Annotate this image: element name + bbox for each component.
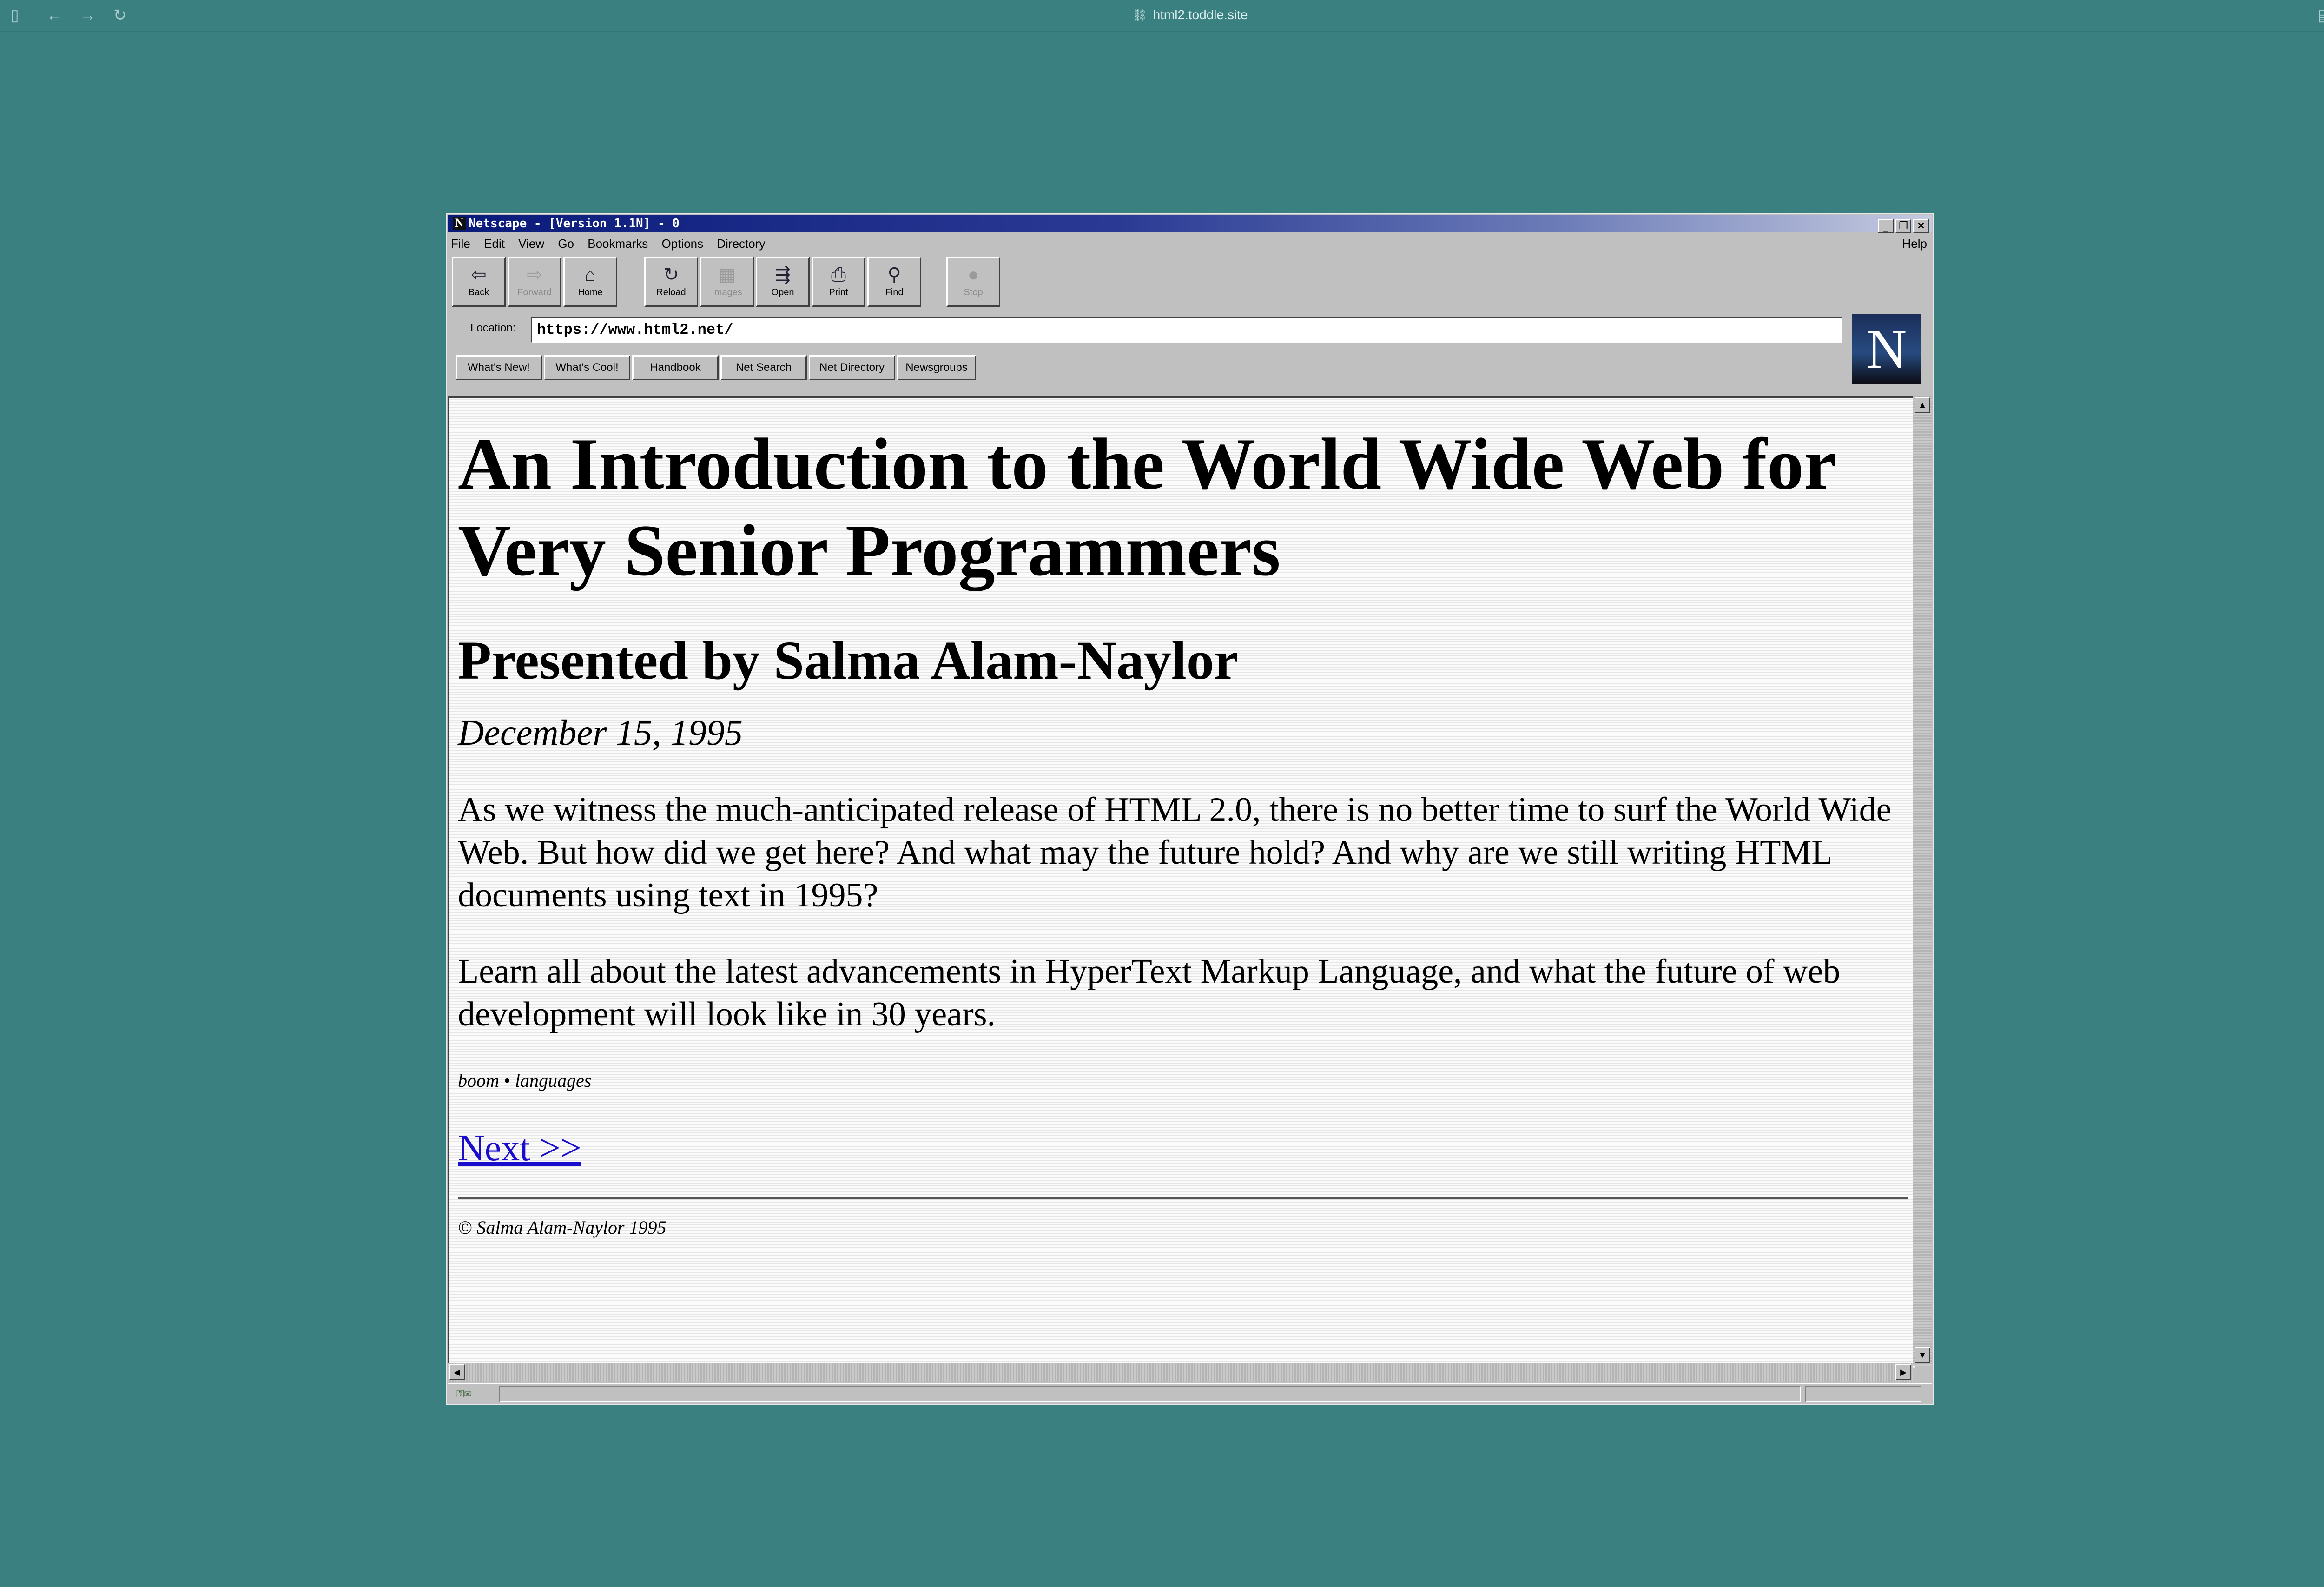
menu-bookmarks[interactable]: Bookmarks [588, 237, 648, 251]
window-title: Netscape - [Version 1.1N] - 0 [469, 217, 680, 231]
stop-label: Stop [964, 287, 983, 298]
images-label: Images [712, 287, 742, 298]
stop-button[interactable]: ● Stop [946, 257, 1000, 307]
host-toolbar: ▯ ← → ↻ ⛓html2.toddle.site ▤ ◫ [0, 0, 2324, 32]
stop-icon: ● [967, 264, 979, 285]
home-button[interactable]: ⌂ Home [563, 257, 617, 307]
menu-directory[interactable]: Directory [717, 237, 765, 251]
find-label: Find [885, 287, 904, 298]
link-icon: ⛓ [1132, 8, 1148, 22]
tags-line: boom • languages [458, 1070, 592, 1091]
reload-label: Reload [656, 287, 686, 298]
security-key-icon: ⚿✉ [456, 1388, 471, 1400]
netscape-logo-icon: N [453, 217, 466, 230]
netscape-n-logo[interactable]: N [1852, 314, 1921, 384]
back-label: Back [468, 287, 489, 298]
find-button[interactable]: ⚲ Find [867, 257, 921, 307]
location-input[interactable]: https://www.html2.net/ [531, 317, 1842, 343]
forward-arrow-icon: ⇨ [527, 264, 542, 285]
page-content: An Introduction to the World Wide Web fo… [448, 396, 1915, 1368]
home-label: Home [578, 287, 603, 298]
host-url-text: html2.toddle.site [1153, 7, 1248, 22]
page-subtitle: Presented by Salma Alam-Naylor [458, 630, 1239, 691]
menu-go[interactable]: Go [558, 237, 574, 251]
menu-edit[interactable]: Edit [484, 237, 505, 251]
net-search-button[interactable]: Net Search [720, 355, 807, 380]
menu-options[interactable]: Options [662, 237, 704, 251]
open-button[interactable]: ⇶ Open [756, 257, 810, 307]
back-button[interactable]: ⇦ Back [452, 257, 506, 307]
horizontal-rule [458, 1197, 1908, 1200]
learn-paragraph: Learn all about the latest advancements … [458, 952, 1841, 1033]
find-icon: ⚲ [887, 264, 901, 285]
location-row: Location: https://www.html2.net/ [452, 316, 2190, 343]
next-link[interactable]: Next >> [458, 1128, 581, 1169]
handbook-button[interactable]: Handbook [632, 355, 719, 380]
maximize-button[interactable]: ❐ [1895, 219, 1911, 233]
net-directory-button[interactable]: Net Directory [809, 355, 895, 380]
reader-icon[interactable]: ▤ [2317, 7, 2324, 24]
minimize-button[interactable]: _ [1878, 219, 1894, 233]
scroll-right-arrow-icon[interactable]: ▶ [1895, 1364, 1911, 1380]
reload-button[interactable]: ↻ Reload [644, 257, 698, 307]
newsgroups-button[interactable]: Newsgroups [897, 355, 976, 380]
close-button[interactable]: ✕ [1913, 219, 1929, 233]
menu-file[interactable]: File [451, 237, 470, 251]
progress-pane [1805, 1386, 1921, 1402]
home-icon: ⌂ [584, 264, 596, 285]
scroll-left-arrow-icon[interactable]: ◀ [449, 1364, 465, 1380]
location-label: Location: [470, 322, 516, 334]
open-icon: ⇶ [775, 264, 791, 285]
horizontal-scrollbar[interactable]: ◀ ▶ [448, 1363, 1913, 1382]
scroll-down-arrow-icon[interactable]: ▼ [1915, 1347, 1930, 1363]
menu-bar: File Edit View Go Bookmarks Options Dire… [451, 235, 1929, 252]
back-arrow-icon: ⇦ [471, 264, 487, 285]
page-date: December 15, 1995 [458, 712, 743, 753]
open-label: Open [771, 287, 794, 298]
forward-button[interactable]: ⇨ Forward [508, 257, 561, 307]
window-titlebar[interactable]: N Netscape - [Version 1.1N] - 0 _ ❐ ✕ [448, 215, 1932, 234]
whats-new-button[interactable]: What's New! [456, 355, 542, 380]
print-button[interactable]: ⎙ Print [812, 257, 865, 307]
copyright-text: © Salma Alam-Naylor 1995 [458, 1217, 667, 1238]
reload-icon: ↻ [663, 264, 679, 285]
print-icon: ⎙ [831, 264, 846, 285]
print-label: Print [829, 287, 848, 298]
menu-help[interactable]: Help [1902, 235, 1927, 252]
whats-cool-button[interactable]: What's Cool! [544, 355, 630, 380]
page-title: An Introduction to the World Wide Web fo… [458, 423, 1835, 591]
status-bar: ⚿✉ [448, 1383, 1932, 1404]
vertical-scrollbar[interactable]: ▲ ▼ [1913, 396, 1932, 1366]
netscape-window: N Netscape - [Version 1.1N] - 0 _ ❐ ✕ File … [446, 213, 1934, 1405]
images-icon: ▦ [718, 264, 736, 285]
forward-label: Forward [517, 287, 552, 298]
intro-paragraph: As we witness the much-anticipated relea… [458, 791, 1892, 914]
scroll-up-arrow-icon[interactable]: ▲ [1915, 397, 1930, 413]
next-link-wrap: Next >> [458, 1125, 1894, 1171]
status-message-pane [499, 1386, 1801, 1402]
menu-view[interactable]: View [518, 237, 544, 251]
host-address-bar[interactable]: ⛓ html2.toddle.site [0, 6, 2324, 24]
window-controls: _ ❐ ✕ [1876, 217, 1929, 234]
images-button[interactable]: ▦ Images [700, 257, 754, 307]
